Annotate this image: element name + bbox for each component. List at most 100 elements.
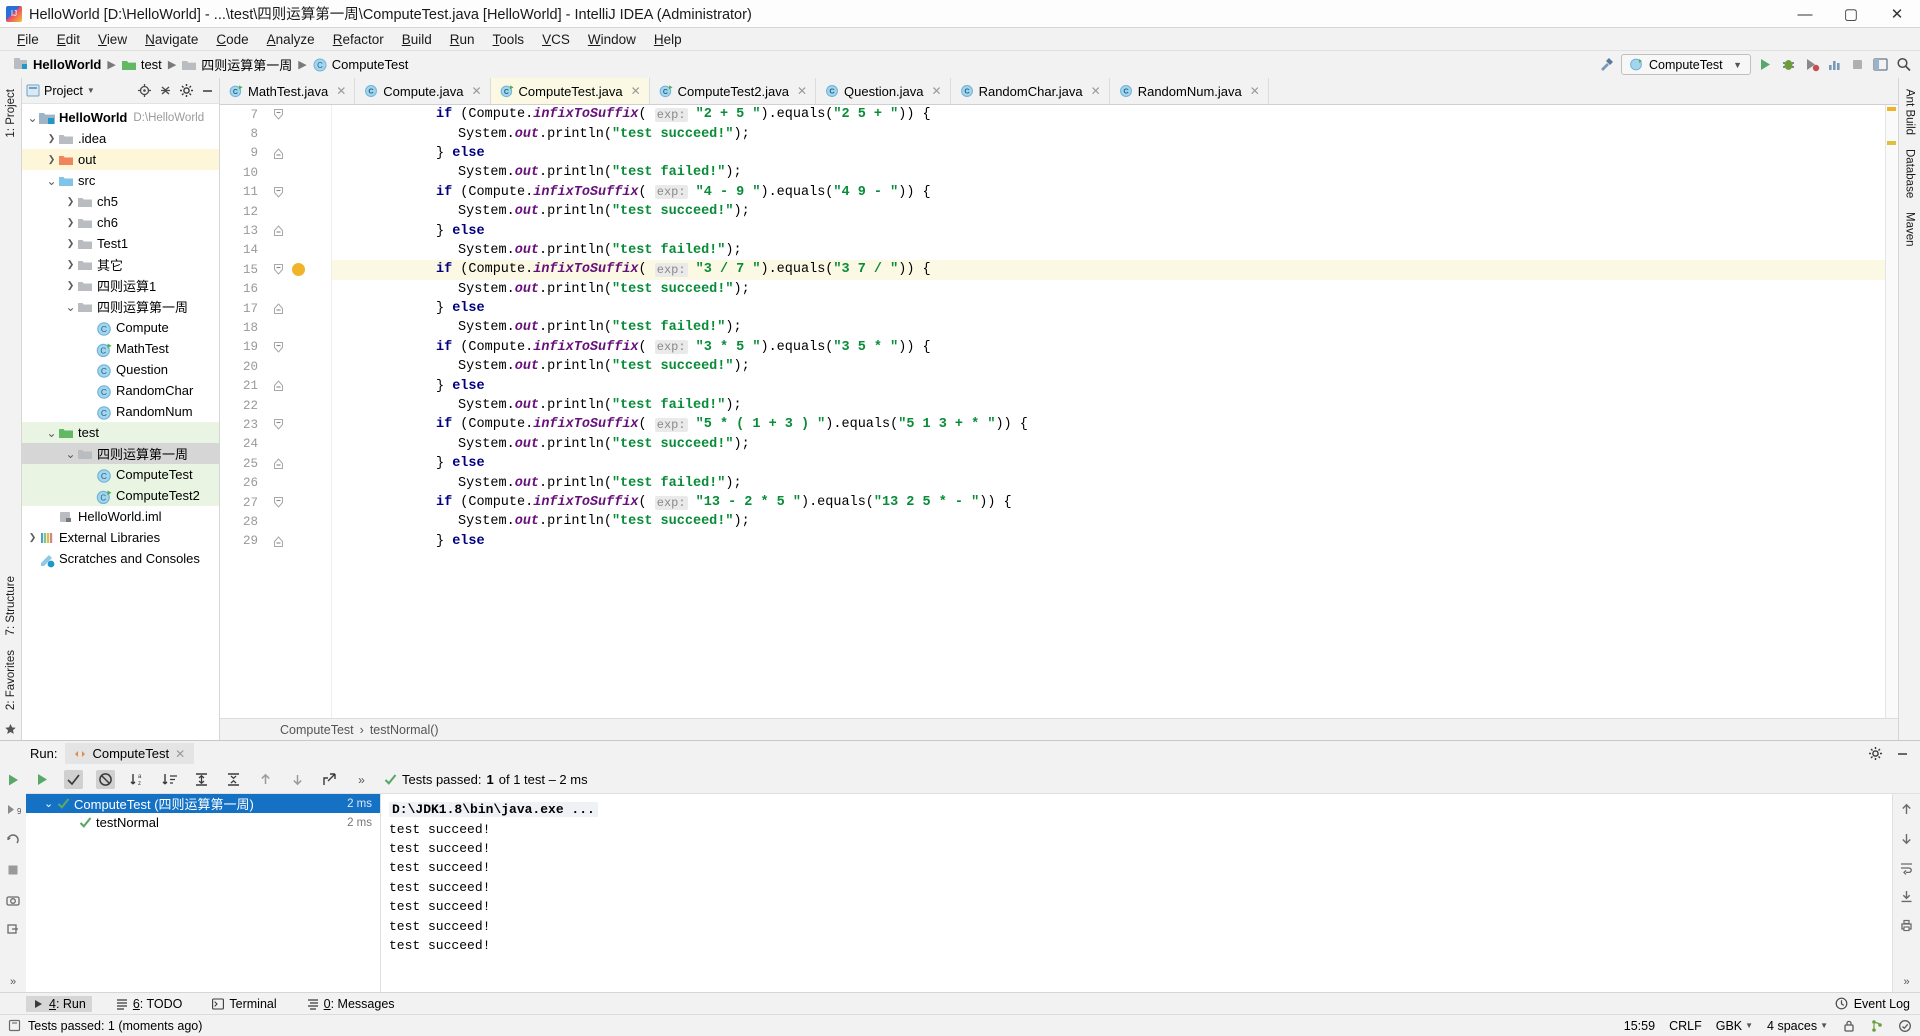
chevron-right-icon[interactable]: ❯: [64, 280, 77, 291]
chevron-right-icon[interactable]: ❯: [26, 532, 39, 543]
gutter-line-23[interactable]: 23: [220, 415, 332, 434]
chevron-right-icon[interactable]: ❯: [64, 238, 77, 249]
status-line-separator[interactable]: CRLF: [1669, 1019, 1702, 1033]
menu-item-edit[interactable]: Edit: [48, 30, 89, 49]
menu-item-navigate[interactable]: Navigate: [136, 30, 207, 49]
sort-by-duration-button[interactable]: [160, 770, 179, 789]
rail-tab-structure[interactable]: 7: Structure: [4, 569, 18, 642]
more-toolbar-button[interactable]: »: [352, 770, 371, 789]
breadcrumb-test[interactable]: test: [118, 56, 166, 73]
breadcrumb-member-method[interactable]: testNormal(): [370, 723, 439, 737]
gutter-line-17[interactable]: 17: [220, 299, 332, 318]
editor-tab-randomchar[interactable]: C RandomChar.java ✕: [951, 78, 1110, 104]
collapse-all-icon[interactable]: [158, 83, 173, 98]
tree-node-helloworld.iml[interactable]: HelloWorld.iml: [22, 506, 219, 527]
menu-item-window[interactable]: Window: [579, 30, 645, 49]
rail-tab-database[interactable]: Database: [1903, 142, 1917, 205]
tree-node-四则运算第一周[interactable]: ⌄ 四则运算第一周: [22, 296, 219, 317]
project-panel-title[interactable]: Project ▼: [26, 84, 95, 98]
tree-node-computetest[interactable]: C ComputeTest: [22, 464, 219, 485]
chevron-down-icon[interactable]: ⌄: [45, 427, 58, 439]
print-icon[interactable]: [1899, 918, 1914, 933]
chevron-down-icon[interactable]: ⌄: [44, 798, 57, 809]
tree-node-src[interactable]: ⌄ src: [22, 170, 219, 191]
camera-icon[interactable]: [5, 892, 21, 908]
run-icon[interactable]: [5, 772, 21, 788]
run-icon[interactable]: [1757, 56, 1774, 73]
menu-item-run[interactable]: Run: [441, 30, 484, 49]
menu-item-build[interactable]: Build: [393, 30, 441, 49]
gutter-line-9[interactable]: 9: [220, 144, 332, 163]
status-indent[interactable]: 4 spaces ▼: [1767, 1019, 1828, 1033]
tree-node-randomnum[interactable]: C RandomNum: [22, 401, 219, 422]
gutter-line-21[interactable]: 21: [220, 376, 332, 395]
locate-icon[interactable]: [137, 83, 152, 98]
breadcrumb-project[interactable]: HelloWorld: [10, 56, 105, 73]
menu-item-analyze[interactable]: Analyze: [258, 30, 324, 49]
gutter-line-8[interactable]: 8: [220, 124, 332, 143]
hide-panel-icon[interactable]: [200, 83, 215, 98]
chevron-down-icon[interactable]: ⌄: [26, 112, 39, 124]
favorites-star-icon[interactable]: [4, 723, 17, 740]
tool-strip-0-messages[interactable]: 0: Messages: [301, 996, 401, 1012]
gutter-line-12[interactable]: 12: [220, 202, 332, 221]
coverage-icon[interactable]: [1803, 56, 1820, 73]
gutter-line-24[interactable]: 24: [220, 435, 332, 454]
gutter-line-10[interactable]: 10: [220, 163, 332, 182]
menu-item-tools[interactable]: Tools: [484, 30, 534, 49]
code-content[interactable]: if (Compute. infixToSuffix( exp: "2 + 5 "…: [332, 105, 1885, 718]
close-tab-icon[interactable]: ✕: [336, 84, 346, 98]
gutter-line-7[interactable]: 7: [220, 105, 332, 124]
export-results-button[interactable]: [320, 770, 339, 789]
close-tab-icon[interactable]: ✕: [631, 84, 641, 98]
scroll-up-icon[interactable]: [1899, 802, 1914, 817]
event-log-label[interactable]: Event Log: [1854, 997, 1910, 1011]
chevron-right-icon[interactable]: ❯: [64, 217, 77, 228]
editor-tab-randomnum[interactable]: C RandomNum.java ✕: [1110, 78, 1269, 104]
editor-tab-mathtest[interactable]: C MathTest.java ✕: [220, 78, 356, 104]
settings-gear-icon[interactable]: [1868, 746, 1883, 761]
tree-node-四则运算1[interactable]: ❯ 四则运算1: [22, 275, 219, 296]
fold-end-icon[interactable]: [272, 147, 285, 160]
tree-node-question[interactable]: C Question: [22, 359, 219, 380]
breadcrumb-member-class[interactable]: ComputeTest: [280, 723, 354, 737]
show-passed-button[interactable]: [64, 770, 83, 789]
previous-test-button[interactable]: [256, 770, 275, 789]
gutter-line-28[interactable]: 28: [220, 512, 332, 531]
editor-tab-computetest[interactable]: C ComputeTest.java ✕: [490, 78, 650, 104]
rerun-icon[interactable]: [34, 771, 51, 788]
rail-tab-ant-build[interactable]: Ant Build: [1903, 82, 1917, 142]
breadcrumb-package[interactable]: 四则运算第一周: [178, 54, 296, 75]
marker-bar[interactable]: [1885, 105, 1898, 718]
menu-item-refactor[interactable]: Refactor: [324, 30, 393, 49]
close-tab-icon[interactable]: ✕: [797, 84, 807, 98]
gutter-line-13[interactable]: 13: [220, 221, 332, 240]
fold-end-icon[interactable]: [272, 224, 285, 237]
tree-node-test[interactable]: ⌄ test: [22, 422, 219, 443]
layout-icon[interactable]: [1872, 56, 1889, 73]
fold-end-icon[interactable]: [272, 379, 285, 392]
fold-start-icon[interactable]: [272, 341, 285, 354]
tree-node-ch6[interactable]: ❯ ch6: [22, 212, 219, 233]
gutter-line-25[interactable]: 25: [220, 454, 332, 473]
gutter-line-19[interactable]: 19: [220, 338, 332, 357]
pin-icon[interactable]: [5, 922, 21, 938]
fold-start-icon[interactable]: [272, 496, 285, 509]
tree-node-四则运算第一周[interactable]: ⌄ 四则运算第一周: [22, 443, 219, 464]
gutter-line-20[interactable]: 20: [220, 357, 332, 376]
git-branch-icon[interactable]: [1870, 1019, 1884, 1033]
gutter-line-27[interactable]: 27: [220, 493, 332, 512]
hide-panel-icon[interactable]: [1895, 746, 1910, 761]
refresh-icon[interactable]: [5, 832, 21, 848]
fold-end-icon[interactable]: [272, 302, 285, 315]
next-test-button[interactable]: [288, 770, 307, 789]
fold-start-icon[interactable]: [272, 418, 285, 431]
fold-start-icon[interactable]: [272, 263, 285, 276]
fold-end-icon[interactable]: [272, 535, 285, 548]
menu-item-view[interactable]: View: [89, 30, 136, 49]
tool-strip-6-todo[interactable]: 6: TODO: [110, 996, 189, 1012]
tool-strip-4-run[interactable]: 4: Run: [26, 995, 92, 1012]
tree-node-computetest2[interactable]: C ComputeTest2: [22, 485, 219, 506]
chevron-down-icon[interactable]: ⌄: [45, 175, 58, 187]
close-tab-icon[interactable]: ✕: [932, 84, 942, 98]
